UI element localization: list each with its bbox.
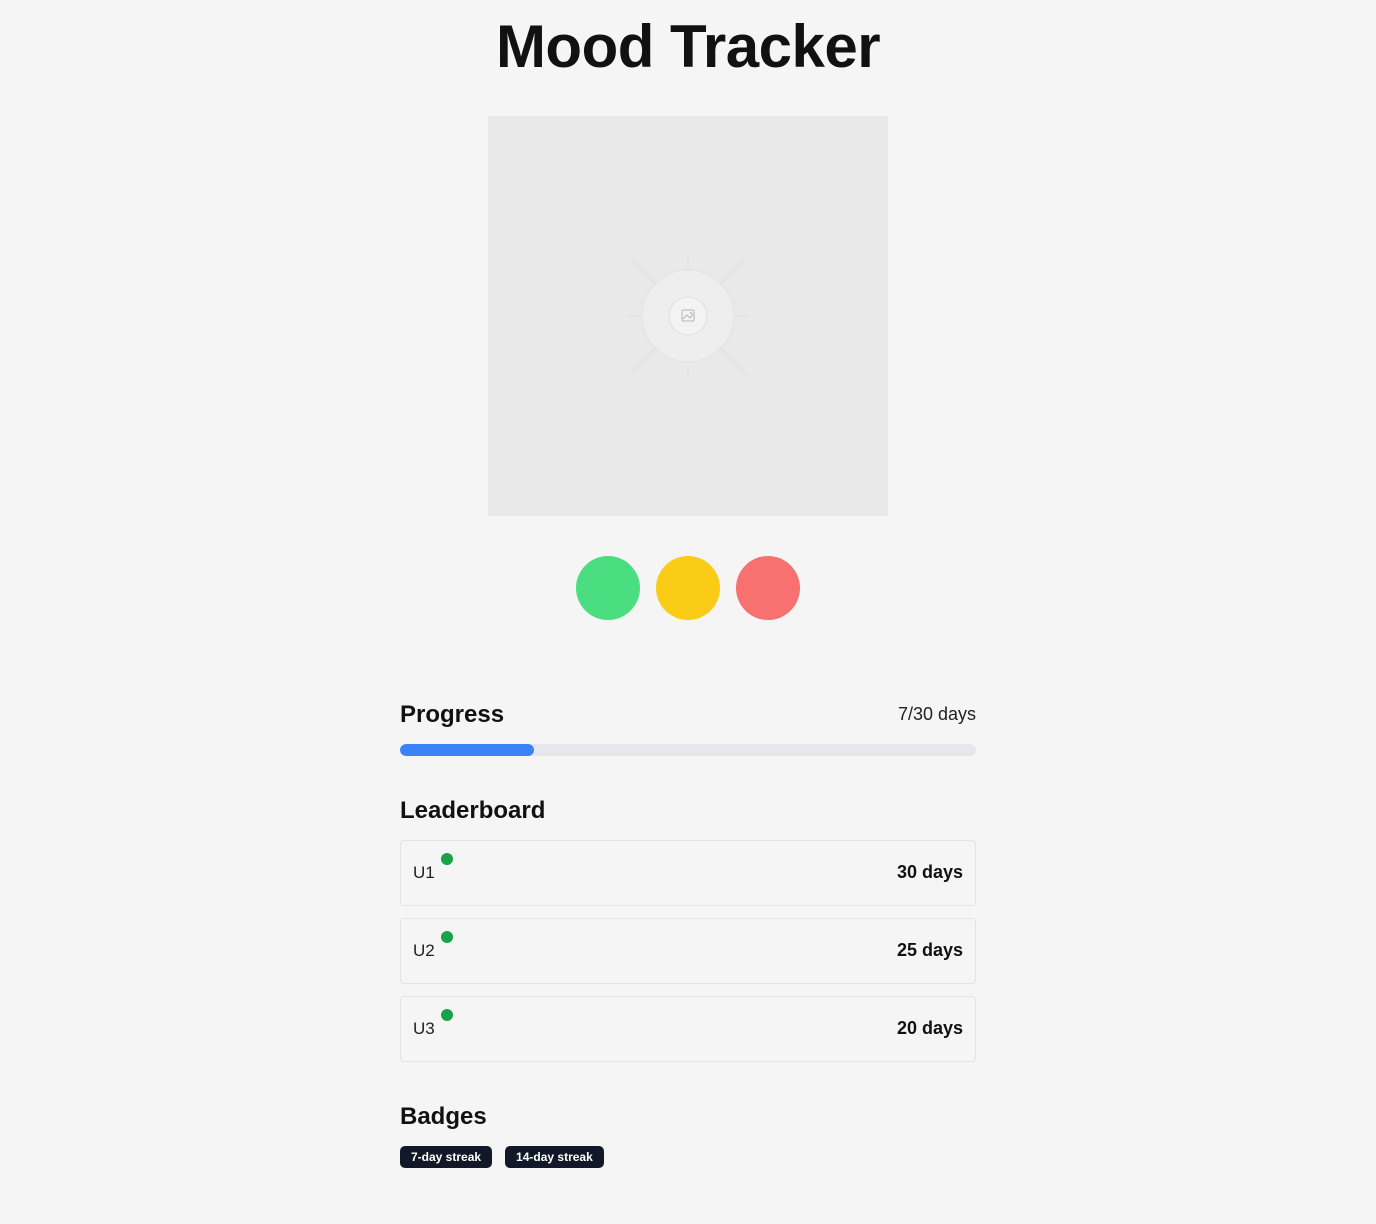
progress-bar-fill <box>400 744 535 756</box>
online-status-dot <box>441 1009 453 1021</box>
leaderboard-user: U1 <box>413 863 435 882</box>
leaderboard-title: Leaderboard <box>400 797 546 824</box>
leaderboard-header: Leaderboard <box>400 796 976 826</box>
progress-header: Progress 7/30 days <box>400 700 976 730</box>
mood-bad-button[interactable] <box>736 556 800 620</box>
online-status-dot <box>441 931 453 943</box>
leaderboard-row: U1 30 days <box>400 840 976 906</box>
leaderboard-days: 30 days <box>896 862 963 882</box>
mood-image-placeholder <box>488 116 888 516</box>
leaderboard-row: U3 20 days <box>400 996 976 1062</box>
badge-7-day-streak: 7-day streak <box>400 1146 493 1168</box>
leaderboard-days: 20 days <box>896 1018 963 1038</box>
badge-14-day-streak: 14-day streak <box>505 1146 604 1168</box>
badges-header: Badges <box>400 1102 976 1132</box>
leaderboard-row: U2 25 days <box>400 918 976 984</box>
mood-neutral-button[interactable] <box>656 556 720 620</box>
mood-selector <box>576 556 800 620</box>
leaderboard-user: U2 <box>413 941 435 960</box>
leaderboard-user: U3 <box>413 1019 435 1038</box>
mood-good-button[interactable] <box>576 556 640 620</box>
leaderboard-days: 25 days <box>896 940 963 960</box>
badges-title: Badges <box>400 1103 487 1130</box>
image-placeholder-icon <box>628 256 748 376</box>
page-title: Mood Tracker <box>495 13 881 80</box>
progress-count: 7/30 days <box>897 704 976 724</box>
mood-tracker-page: Mood Tracker Progress 7/30 days Leaderbo… <box>0 0 1376 1224</box>
online-status-dot <box>441 853 453 865</box>
progress-title: Progress <box>400 701 505 728</box>
badges-list: 7-day streak 14-day streak <box>400 1146 617 1168</box>
progress-bar <box>400 744 976 756</box>
